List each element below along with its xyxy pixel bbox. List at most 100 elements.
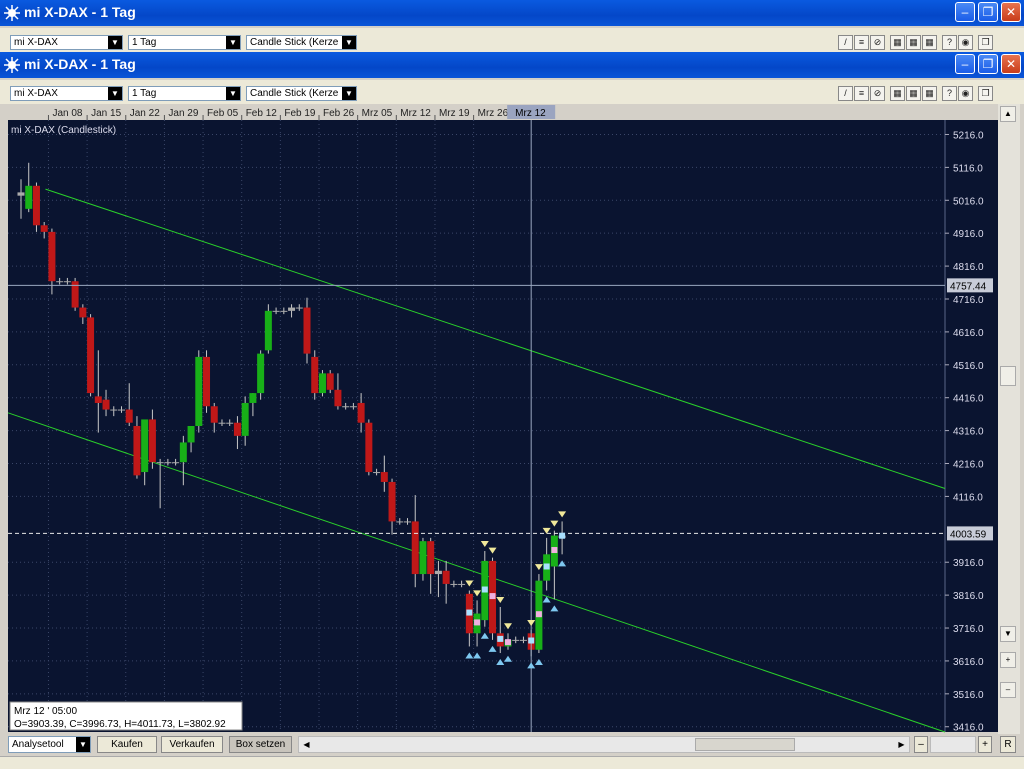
- reset-button[interactable]: R: [1000, 736, 1016, 753]
- candle-body: [203, 357, 210, 406]
- chart-label: mi X-DAX (Candlestick): [11, 125, 116, 136]
- horizontal-scrollbar[interactable]: ◀ ▶: [298, 736, 910, 753]
- restore-button[interactable]: ❐: [978, 54, 998, 74]
- outer-window-title: mi X-DAX - 1 Tag: [24, 4, 136, 20]
- window-icon[interactable]: ❐: [978, 35, 993, 50]
- scroll-down-icon[interactable]: ▼: [1000, 626, 1016, 642]
- draw-line-icon[interactable]: /: [838, 86, 853, 101]
- signal-box-marker: [536, 611, 542, 617]
- horizontal-lines-icon[interactable]: ≡: [854, 86, 869, 101]
- price-tick-label: 5116.0: [953, 163, 983, 174]
- buy-button[interactable]: Kaufen: [97, 736, 157, 753]
- candle-body: [141, 419, 148, 472]
- candlestick-chart[interactable]: 5216.05116.05016.04916.04816.04716.04616…: [0, 104, 998, 734]
- zoom-out-h-icon[interactable]: –: [914, 736, 928, 753]
- chevron-down-icon[interactable]: ▼: [226, 87, 240, 100]
- grid-tool-icon[interactable]: ▦: [890, 35, 905, 50]
- candle-body: [311, 357, 318, 393]
- date-tick-label: Feb 26: [323, 108, 355, 119]
- candle-body: [33, 186, 40, 225]
- crosshair-tool-icon[interactable]: ⊘: [870, 86, 885, 101]
- candle-body: [172, 462, 179, 463]
- inner-window-title: mi X-DAX - 1 Tag: [24, 56, 136, 72]
- horizontal-lines-icon[interactable]: ≡: [854, 35, 869, 50]
- minimize-button[interactable]: –: [955, 2, 975, 22]
- candle-body: [427, 541, 434, 574]
- minimize-button[interactable]: –: [955, 54, 975, 74]
- price-tick-label: 4616.0: [953, 328, 984, 339]
- candle-body: [365, 423, 372, 472]
- candle-body: [358, 403, 365, 423]
- settings-icon[interactable]: ◉: [958, 35, 973, 50]
- settings-icon[interactable]: ◉: [958, 86, 973, 101]
- set-box-button[interactable]: Box setzen: [229, 736, 292, 753]
- chevron-down-icon[interactable]: ▼: [108, 87, 122, 100]
- symbol-select[interactable]: mi X-DAX ▼: [10, 35, 123, 50]
- candle-body: [265, 311, 272, 350]
- chart-style-select[interactable]: Candle Stick (Kerze▼: [246, 86, 357, 101]
- date-tick-label: Mrz 12: [400, 108, 431, 119]
- scroll-right-icon[interactable]: ▶: [896, 739, 907, 750]
- analysis-tool-select[interactable]: Analysetool ▼: [8, 736, 91, 753]
- help-icon[interactable]: ?: [942, 86, 957, 101]
- candle-body: [520, 640, 527, 641]
- symbol-value: mi X-DAX: [14, 37, 58, 48]
- zoom-in-icon[interactable]: +: [1000, 652, 1016, 668]
- price-tick-label: 4416.0: [953, 394, 984, 405]
- close-button[interactable]: ✕: [1001, 2, 1021, 22]
- horizontal-scroll-thumb[interactable]: [695, 738, 795, 751]
- candle-body: [350, 406, 357, 407]
- signal-box-marker: [528, 638, 534, 644]
- interval-select[interactable]: 1 Tag ▼: [128, 86, 241, 101]
- chevron-down-icon[interactable]: ▼: [342, 87, 356, 100]
- window-icon[interactable]: ❐: [978, 86, 993, 101]
- candle-body: [257, 354, 264, 393]
- grid-tool-3-icon[interactable]: ▦: [922, 35, 937, 50]
- price-tick-label: 3716.0: [953, 624, 984, 635]
- current-price-label: 4003.59: [950, 529, 987, 540]
- draw-line-icon[interactable]: /: [838, 35, 853, 50]
- candle-body: [126, 410, 133, 423]
- scroll-thumb[interactable]: [1000, 366, 1016, 386]
- zoom-in-h-icon[interactable]: +: [978, 736, 992, 753]
- price-tick-label: 3416.0: [953, 723, 984, 734]
- outer-title-bar[interactable]: mi X-DAX - 1 Tag – ❐ ✕: [0, 0, 1024, 26]
- help-icon[interactable]: ?: [942, 35, 957, 50]
- candle-body: [396, 521, 403, 522]
- candle-body: [458, 584, 465, 585]
- grid-tool-icon[interactable]: ▦: [890, 86, 905, 101]
- analysis-tool-label: Analysetool: [12, 739, 64, 750]
- chart-style-select[interactable]: Candle Stick (Kerze▼: [246, 35, 357, 50]
- grid-tool-3-icon[interactable]: ▦: [922, 86, 937, 101]
- crosshair-tool-icon[interactable]: ⊘: [870, 35, 885, 50]
- grid-tool-2-icon[interactable]: ▦: [906, 35, 921, 50]
- candle-body: [18, 192, 25, 195]
- chevron-down-icon[interactable]: ▼: [342, 36, 356, 49]
- price-tick-label: 3916.0: [953, 558, 984, 569]
- zoom-slider[interactable]: [930, 736, 976, 753]
- crosshair-date-label: Mrz 12: [515, 108, 546, 119]
- scroll-up-icon[interactable]: ▲: [1000, 106, 1016, 122]
- zoom-out-icon[interactable]: –: [1000, 682, 1016, 698]
- info-ohlc: O=3903.39, C=3996.73, H=4011.73, L=3802.…: [14, 719, 226, 730]
- signal-box-marker: [482, 587, 488, 593]
- close-button[interactable]: ✕: [1001, 54, 1021, 74]
- price-tick-label: 4716.0: [953, 295, 984, 306]
- interval-select[interactable]: 1 Tag▼: [128, 35, 241, 50]
- inner-title-bar[interactable]: mi X-DAX - 1 Tag – ❐ ✕: [0, 52, 1024, 78]
- symbol-select[interactable]: mi X-DAX▼: [10, 86, 123, 101]
- date-tick-label: Mrz 26: [478, 108, 509, 119]
- interval-value: 1 Tag: [132, 88, 156, 99]
- grid-tool-2-icon[interactable]: ▦: [906, 86, 921, 101]
- vertical-scrollbar[interactable]: ▲ ▼ + –: [998, 104, 1020, 734]
- signal-box-marker: [544, 563, 550, 569]
- chevron-down-icon[interactable]: ▼: [76, 737, 90, 752]
- sell-button[interactable]: Verkaufen: [161, 736, 223, 753]
- candle-body: [334, 390, 341, 406]
- restore-button[interactable]: ❐: [978, 2, 998, 22]
- chevron-down-icon[interactable]: ▼: [108, 36, 122, 49]
- chevron-down-icon[interactable]: ▼: [226, 36, 240, 49]
- date-tick-label: Feb 05: [207, 108, 239, 119]
- scroll-left-icon[interactable]: ◀: [301, 739, 312, 750]
- candle-body: [118, 410, 125, 411]
